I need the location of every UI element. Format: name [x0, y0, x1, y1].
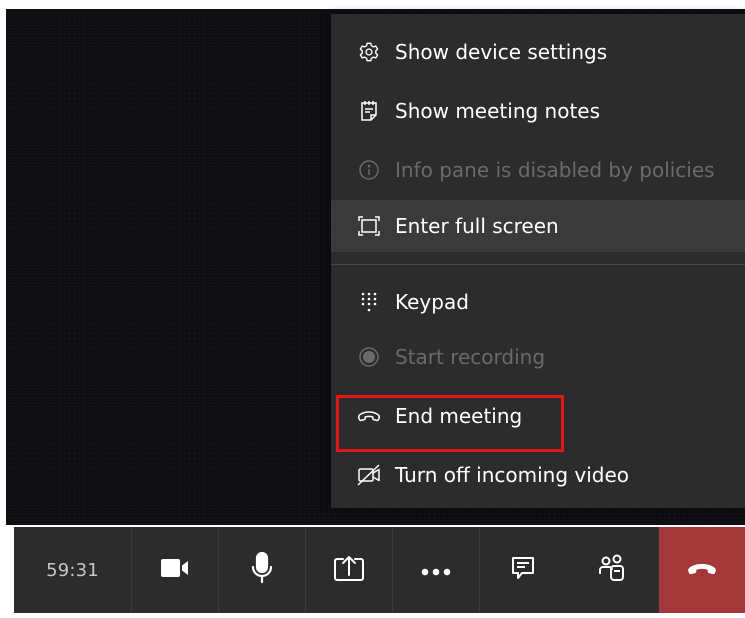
- video-off-icon: [357, 463, 381, 487]
- meeting-window: Show device settings Show meeting notes: [0, 0, 745, 618]
- gear-icon: [357, 40, 381, 64]
- menu-item-enter-full-screen[interactable]: Enter full screen: [331, 200, 745, 252]
- menu-item-label: End meeting: [395, 404, 523, 428]
- more-options-icon: [421, 561, 451, 580]
- more-options-menu: Show device settings Show meeting notes: [331, 14, 745, 508]
- camera-button[interactable]: [132, 527, 218, 613]
- fullscreen-icon: [357, 214, 381, 238]
- menu-item-show-meeting-notes[interactable]: Show meeting notes: [331, 85, 745, 137]
- call-timer-cell: 59:31: [14, 527, 131, 613]
- hang-up-button[interactable]: [659, 527, 745, 613]
- menu-item-label: Show meeting notes: [395, 99, 601, 123]
- hang-up-icon: [687, 561, 717, 580]
- microphone-icon: [251, 551, 273, 588]
- info-icon: [357, 158, 381, 182]
- call-controls-bar: 59:31: [14, 527, 745, 613]
- menu-item-label: Show device settings: [395, 40, 608, 64]
- menu-item-info-pane: Info pane is disabled by policies: [331, 144, 745, 196]
- menu-item-end-meeting[interactable]: End meeting: [331, 390, 745, 442]
- menu-item-label: Enter full screen: [395, 214, 559, 238]
- menu-item-show-device-settings[interactable]: Show device settings: [331, 26, 745, 78]
- menu-item-start-recording: Start recording: [331, 331, 745, 383]
- participants-button[interactable]: [566, 527, 657, 613]
- notes-icon: [357, 99, 381, 123]
- menu-item-label: Info pane is disabled by policies: [395, 158, 715, 182]
- record-icon: [357, 345, 381, 369]
- menu-item-keypad[interactable]: Keypad: [331, 276, 745, 328]
- menu-divider: [331, 264, 745, 265]
- menu-item-label: Start recording: [395, 345, 546, 369]
- participants-icon: [598, 554, 626, 586]
- menu-item-label: Keypad: [395, 290, 469, 314]
- keypad-icon: [357, 290, 381, 314]
- end-call-icon: [357, 404, 381, 428]
- share-screen-icon: [333, 554, 365, 586]
- menu-item-turn-off-incoming-video[interactable]: Turn off incoming video: [331, 449, 745, 501]
- menu-item-label: Turn off incoming video: [395, 463, 629, 487]
- more-options-button[interactable]: [393, 527, 479, 613]
- microphone-button[interactable]: [219, 527, 305, 613]
- share-screen-button[interactable]: [306, 527, 392, 613]
- chat-icon: [510, 555, 536, 585]
- call-timer: 59:31: [46, 559, 99, 581]
- camera-icon: [160, 557, 190, 583]
- chat-button[interactable]: [480, 527, 566, 613]
